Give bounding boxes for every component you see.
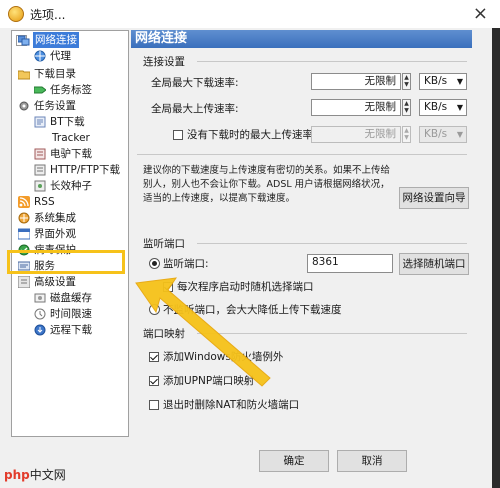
divider <box>197 333 467 334</box>
tree-item-label: 任务设置 <box>34 100 76 112</box>
random-each-start-checkbox[interactable] <box>163 282 173 292</box>
listen-port-label: 监听端口: <box>163 258 209 270</box>
max-upload-unit-select[interactable]: KB/s ▼ <box>419 99 467 116</box>
network-icon <box>17 34 30 46</box>
random-each-start-label: 每次程序启动时随机选择端口 <box>177 281 314 293</box>
task-settings-icon <box>18 100 30 112</box>
max-upload-spinner[interactable]: ▲ ▼ <box>402 99 411 116</box>
ok-button[interactable]: 确定 <box>259 450 329 472</box>
no-task-upload-spinner[interactable]: ▲ ▼ <box>402 126 411 143</box>
tree-item-label: BT下载 <box>50 116 85 128</box>
disk-cache-icon <box>34 292 46 304</box>
window-title: 选项... <box>30 8 66 22</box>
no-listen-label: 不监听端口，会大大降低上传下载速度 <box>163 304 342 316</box>
unit-label: KB/s <box>424 75 448 87</box>
watermark: php中文网 <box>4 466 66 483</box>
tree-item-label: 时间限速 <box>50 308 92 320</box>
unit-label: KB/s <box>424 128 448 140</box>
tree-item-label: HTTP/FTP下载 <box>50 164 121 176</box>
tree-item-label: RSS <box>34 196 55 208</box>
no-listen-radio[interactable] <box>149 304 160 315</box>
background-window-edge <box>492 28 500 488</box>
tree-item-label: 代理 <box>50 50 71 62</box>
tree-item-label: 网络连接 <box>33 32 79 48</box>
tree-item-label: 下载目录 <box>34 68 76 80</box>
advice-text: 建议你的下载速度与上传速度有密切的关系。如果不上传给别人，别人也不会让你下载。A… <box>143 165 391 204</box>
emule-icon <box>34 148 46 160</box>
app-icon <box>8 6 24 22</box>
remote-download-icon <box>34 324 46 336</box>
annotation-highlight-box <box>7 250 125 274</box>
random-port-button[interactable]: 选择随机端口 <box>399 253 469 275</box>
no-task-upload-unit-select[interactable]: KB/s ▼ <box>419 126 467 143</box>
no-task-upload-checkbox[interactable] <box>173 130 183 140</box>
remove-on-exit-label: 退出时删除NAT和防火墙端口 <box>163 399 300 411</box>
tree-item-label: 高级设置 <box>34 276 76 288</box>
options-tree: − 网络连接 代理 下载目录 任务标签 任务设置 BT下载 Tracker 电驴… <box>11 30 129 437</box>
divider <box>137 154 467 155</box>
max-download-unit-select[interactable]: KB/s ▼ <box>419 73 467 90</box>
chevron-down-icon: ▼ <box>456 103 463 112</box>
watermark-brand-mark: php <box>4 468 30 482</box>
unit-label: KB/s <box>424 101 448 113</box>
upnp-mapping-label: 添加UPNP端口映射 <box>163 375 255 387</box>
watermark-text: 中文网 <box>29 468 66 482</box>
network-wizard-button[interactable]: 网络设置向导 <box>399 187 469 209</box>
bt-icon <box>34 116 46 128</box>
tree-item-label: 任务标签 <box>50 84 92 96</box>
no-task-upload-input[interactable]: 无限制 <box>311 126 401 143</box>
chevron-down-icon: ▼ <box>456 77 463 86</box>
folder-icon <box>17 68 31 80</box>
panel-title: 网络连接 <box>131 30 472 48</box>
tree-item-label: 长效种子 <box>50 180 92 192</box>
firewall-exception-checkbox[interactable] <box>149 352 159 362</box>
settings-panel: 网络连接 连接设置 全局最大下载速率: 无限制 ▲ ▼ KB/s ▼ 全局最大上传速… <box>131 30 472 435</box>
upnp-mapping-checkbox[interactable] <box>149 376 159 386</box>
section-heading-mapping: 端口映射 <box>143 328 185 340</box>
max-download-input[interactable]: 无限制 <box>311 73 401 90</box>
tree-item-label: 系统集成 <box>34 212 76 224</box>
divider <box>197 61 467 62</box>
divider <box>197 243 467 244</box>
integration-icon <box>18 212 30 224</box>
max-upload-label: 全局最大上传速率: <box>151 103 239 115</box>
appearance-icon <box>17 228 31 240</box>
title-bar: 选项... × <box>0 0 500 29</box>
time-limit-icon <box>34 308 46 320</box>
listen-port-input[interactable]: 8361 <box>307 254 393 273</box>
tree-item-label: 远程下载 <box>50 324 92 336</box>
section-heading-connection: 连接设置 <box>143 56 185 68</box>
seed-icon <box>34 180 46 192</box>
max-download-spinner[interactable]: ▲ ▼ <box>402 73 411 90</box>
firewall-exception-label: 添加Windows防火墙例外 <box>163 351 284 363</box>
cancel-button[interactable]: 取消 <box>337 450 407 472</box>
remove-on-exit-checkbox[interactable] <box>149 400 159 410</box>
tree-item-label: Tracker <box>52 132 90 144</box>
advanced-icon <box>17 275 31 289</box>
tree-item-label: 界面外观 <box>34 228 76 240</box>
no-task-upload-label: 没有下载时的最大上传速率 <box>187 129 313 141</box>
proxy-icon <box>34 50 46 62</box>
max-upload-input[interactable]: 无限制 <box>311 99 401 116</box>
close-icon[interactable]: × <box>473 3 488 24</box>
tree-item-label: 电驴下载 <box>50 148 92 160</box>
max-download-label: 全局最大下载速率: <box>151 77 239 89</box>
section-heading-listen: 监听端口 <box>143 238 185 250</box>
listen-port-radio[interactable] <box>149 258 160 269</box>
tree-item-label: 磁盘缓存 <box>50 292 92 304</box>
tag-icon <box>33 84 47 96</box>
chevron-down-icon: ▼ <box>456 130 463 139</box>
http-ftp-icon <box>34 164 46 176</box>
rss-icon <box>18 196 30 208</box>
